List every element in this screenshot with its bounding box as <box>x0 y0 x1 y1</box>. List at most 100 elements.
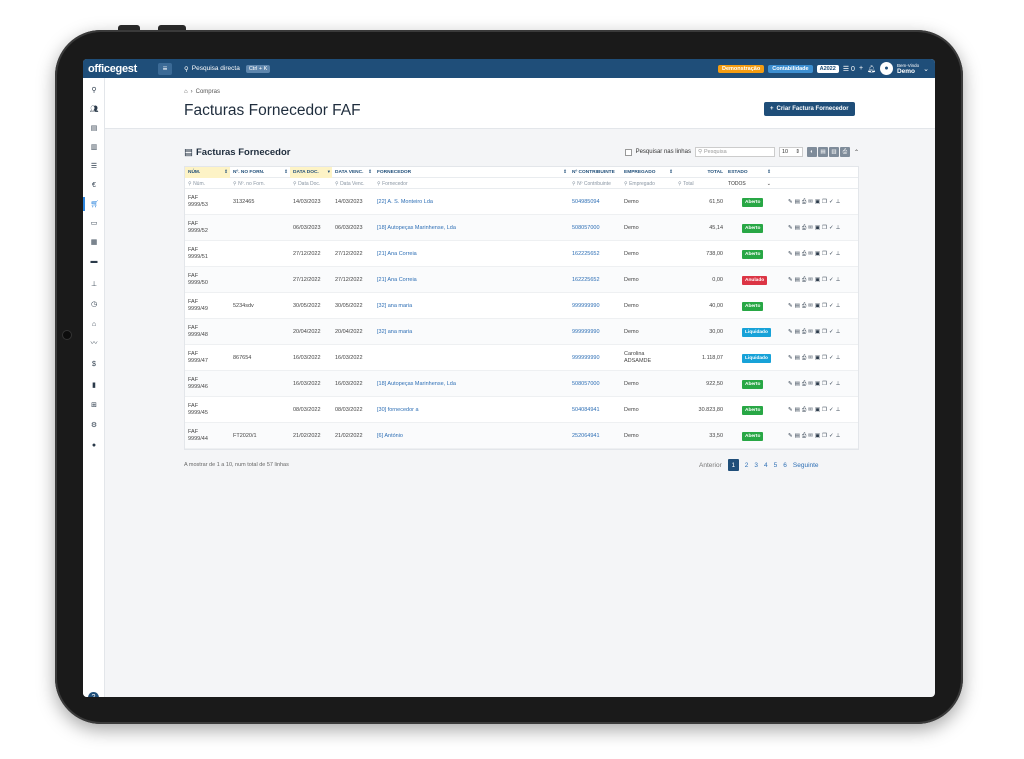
pdf-icon[interactable]: ▤ <box>795 433 800 440</box>
copy-icon[interactable]: ▣ <box>815 277 820 284</box>
accounting-badge[interactable]: Contabilidade <box>768 64 813 73</box>
print-icon[interactable]: ⎙ <box>802 381 806 388</box>
export-excel-icon[interactable]: ▤ <box>817 147 828 157</box>
col-num[interactable]: NÚM. ⇕ <box>185 167 230 178</box>
pdf-icon[interactable]: ▤ <box>795 199 800 206</box>
ticket-icon[interactable]: ▭ <box>83 216 105 230</box>
print-icon[interactable]: ⎙ <box>802 433 806 440</box>
help-circle-icon[interactable]: ● <box>83 438 105 452</box>
thumbs-up-icon[interactable]: ✓ <box>829 199 834 206</box>
pdf-icon[interactable]: ▤ <box>795 329 800 336</box>
cell-num[interactable]: FAF 9999/46 <box>185 371 230 397</box>
cell-num[interactable]: FAF 9999/49 <box>185 293 230 319</box>
filter-nforn-input[interactable]: ⚲ Nº. no Forn. <box>230 178 290 189</box>
print-icon[interactable]: ⎙ <box>802 199 806 206</box>
cell-fornecedor[interactable]: [32] ana maria <box>374 293 569 319</box>
copy-icon[interactable]: ▣ <box>815 329 820 336</box>
email-icon[interactable]: ✉ <box>808 407 813 414</box>
home-icon[interactable]: ⌂ <box>184 89 188 95</box>
email-icon[interactable]: ✉ <box>808 355 813 362</box>
print-icon[interactable]: ⎙ <box>802 277 806 284</box>
email-icon[interactable]: ✉ <box>808 225 813 232</box>
table-row[interactable]: FAF 9999/48 20/04/2022 20/04/2022 [32] ana m… <box>185 319 858 345</box>
filter-empregado-input[interactable]: ⚲ Empregado <box>621 178 675 189</box>
file-icon[interactable]: ▮ <box>83 378 105 392</box>
thumbs-up-icon[interactable]: ✓ <box>829 381 834 388</box>
cell-num[interactable]: FAF 9999/53 <box>185 189 230 215</box>
list-icon[interactable]: ☰ <box>83 159 105 173</box>
edit-icon[interactable]: ✎ <box>788 277 793 284</box>
duplicate-icon[interactable]: ❐ <box>822 381 827 388</box>
menu-toggle-button[interactable]: ≡ <box>158 62 172 75</box>
cell-contrib[interactable]: 999999990 <box>569 293 621 319</box>
gears-icon[interactable]: ⚙ <box>83 418 105 432</box>
cell-contrib[interactable]: 999999990 <box>569 319 621 345</box>
stats-icon[interactable]: 〰 <box>83 336 105 350</box>
cart-icon[interactable]: 🛒︎ <box>83 197 105 211</box>
pdf-icon[interactable]: ▤ <box>795 277 800 284</box>
euro-icon[interactable]: € <box>83 178 105 192</box>
copy-icon[interactable]: ▣ <box>815 355 820 362</box>
cell-fornecedor[interactable]: [21] Ana Correia <box>374 267 569 293</box>
thumbs-up-icon[interactable]: ✓ <box>829 251 834 258</box>
pdf-icon[interactable]: ▤ <box>795 225 800 232</box>
duplicate-icon[interactable]: ❐ <box>822 277 827 284</box>
cell-fornecedor[interactable]: [32] ana maria <box>374 319 569 345</box>
cell-num[interactable]: FAF 9999/44 <box>185 423 230 449</box>
table-row[interactable]: FAF 9999/50 27/12/2022 27/12/2022 [21] Ana C… <box>185 267 858 293</box>
cell-num[interactable]: FAF 9999/52 <box>185 215 230 241</box>
duplicate-icon[interactable]: ❐ <box>822 251 827 258</box>
edit-icon[interactable]: ✎ <box>788 355 793 362</box>
sitemap-icon[interactable]: ⊥ <box>836 381 841 388</box>
cell-num[interactable]: FAF 9999/51 <box>185 241 230 267</box>
duplicate-icon[interactable]: ❐ <box>822 355 827 362</box>
bell-icon[interactable]: 🔔︎ <box>867 65 876 73</box>
table-row[interactable]: FAF 9999/44 FT2020/1 21/02/2022 21/02/2022 [6… <box>185 423 858 449</box>
thumbs-up-icon[interactable]: ✓ <box>829 303 834 310</box>
thumbs-up-icon[interactable]: ✓ <box>829 277 834 284</box>
book-icon[interactable]: ▤ <box>83 121 105 135</box>
pdf-icon[interactable]: ▤ <box>795 303 800 310</box>
demo-badge[interactable]: Demonstração <box>718 64 765 73</box>
support-icon[interactable]: ? <box>88 692 99 697</box>
sitemap-icon[interactable]: ⊥ <box>836 303 841 310</box>
email-icon[interactable]: ✉ <box>808 199 813 206</box>
cell-fornecedor[interactable]: [22] A. S. Monteiro Lda <box>374 189 569 215</box>
print-icon[interactable]: ⎙ <box>802 225 806 232</box>
direct-search[interactable]: ⚲ Pesquisa directa Ctrl + K <box>184 64 271 73</box>
thumbs-up-icon[interactable]: ✓ <box>829 433 834 440</box>
year-badge[interactable]: A2022 <box>816 64 839 73</box>
page-button[interactable]: 2 <box>745 462 749 469</box>
sitemap-icon[interactable]: ⊥ <box>836 251 841 258</box>
export-pdf-icon[interactable]: ▥ <box>828 147 839 157</box>
table-row[interactable]: FAF 9999/53 3132465 14/03/2023 14/03/2023 [22… <box>185 189 858 215</box>
user-menu[interactable]: Bem-Vindo Demo <box>897 63 919 75</box>
edit-icon[interactable]: ✎ <box>788 329 793 336</box>
copy-icon[interactable]: ▣ <box>815 433 820 440</box>
sitemap-icon[interactable]: ⊥ <box>836 355 841 362</box>
sitemap-icon[interactable]: ⊥ <box>836 329 841 336</box>
cell-num[interactable]: FAF 9999/45 <box>185 397 230 423</box>
sitemap-icon[interactable]: ⊥ <box>836 225 841 232</box>
email-icon[interactable]: ✉ <box>808 329 813 336</box>
chevron-up-icon[interactable]: ⌃ <box>854 149 859 156</box>
app-logo[interactable]: officegest <box>83 59 155 78</box>
copy-icon[interactable]: ▣ <box>815 303 820 310</box>
pdf-icon[interactable]: ▤ <box>795 355 800 362</box>
print-icon[interactable]: ⎙ <box>802 355 806 362</box>
prev-page-button[interactable]: Anterior <box>699 462 722 469</box>
duplicate-icon[interactable]: ❐ <box>822 303 827 310</box>
copy-icon[interactable]: ▣ <box>815 225 820 232</box>
cell-contrib[interactable]: 504084941 <box>569 397 621 423</box>
cell-contrib[interactable]: 252064941 <box>569 423 621 449</box>
cell-contrib[interactable]: 504985094 <box>569 189 621 215</box>
print-icon[interactable]: ⎙ <box>802 407 806 414</box>
calculator-icon[interactable]: ▦ <box>83 235 105 249</box>
col-total[interactable]: TOTAL <box>675 167 725 178</box>
clock-icon[interactable]: ◷ <box>83 297 105 311</box>
cell-contrib[interactable]: 162225652 <box>569 267 621 293</box>
thumbs-up-icon[interactable]: ✓ <box>829 407 834 414</box>
table-row[interactable]: FAF 9999/47 867654 16/03/2022 16/03/2022 9999… <box>185 345 858 371</box>
page-button[interactable]: 5 <box>774 462 778 469</box>
edit-icon[interactable]: ✎ <box>788 251 793 258</box>
